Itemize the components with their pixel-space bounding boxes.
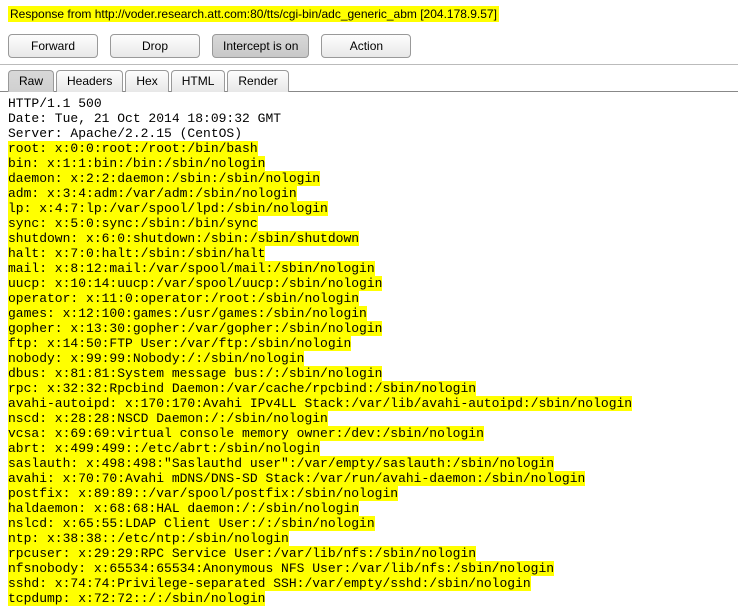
passwd-entry-line: nobody: x:99:99:Nobody:/:/sbin/nologin bbox=[8, 351, 730, 366]
passwd-entry-line: haldaemon: x:68:68:HAL daemon:/:/sbin/no… bbox=[8, 501, 730, 516]
passwd-entry-line: tcpdump: x:72:72::/:/sbin/nologin bbox=[8, 591, 730, 606]
response-header-line: Date: Tue, 21 Oct 2014 18:09:32 GMT bbox=[8, 111, 730, 126]
tab-html[interactable]: HTML bbox=[171, 70, 226, 92]
passwd-entry-line: uucp: x:10:14:uucp:/var/spool/uucp:/sbin… bbox=[8, 276, 730, 291]
passwd-entry-line: root: x:0:0:root:/root:/bin/bash bbox=[8, 141, 730, 156]
tab-headers[interactable]: Headers bbox=[56, 70, 123, 92]
forward-button[interactable]: Forward bbox=[8, 34, 98, 58]
passwd-entry-line: saslauth: x:498:498:"Saslauthd user":/va… bbox=[8, 456, 730, 471]
passwd-entry-line: abrt: x:499:499::/etc/abrt:/sbin/nologin bbox=[8, 441, 730, 456]
passwd-entry-line: dbus: x:81:81:System message bus:/:/sbin… bbox=[8, 366, 730, 381]
passwd-entry-line: adm: x:3:4:adm:/var/adm:/sbin/nologin bbox=[8, 186, 730, 201]
view-tabs: Raw Headers Hex HTML Render bbox=[0, 64, 738, 92]
passwd-entry-line: avahi-autoipd: x:170:170:Avahi IPv4LL St… bbox=[8, 396, 730, 411]
tab-render[interactable]: Render bbox=[227, 70, 288, 92]
response-header-line: Server: Apache/2.2.15 (CentOS) bbox=[8, 126, 730, 141]
response-header-line: HTTP/1.1 500 bbox=[8, 96, 730, 111]
passwd-entry-line: ntp: x:38:38::/etc/ntp:/sbin/nologin bbox=[8, 531, 730, 546]
passwd-entry-line: shutdown: x:6:0:shutdown:/sbin:/sbin/shu… bbox=[8, 231, 730, 246]
passwd-entry-line: nscd: x:28:28:NSCD Daemon:/:/sbin/nologi… bbox=[8, 411, 730, 426]
action-button[interactable]: Action bbox=[321, 34, 411, 58]
passwd-entry-line: games: x:12:100:games:/usr/games:/sbin/n… bbox=[8, 306, 730, 321]
passwd-entry-line: sshd: x:74:74:Privilege-separated SSH:/v… bbox=[8, 576, 730, 591]
passwd-entry-line: daemon: x:2:2:daemon:/sbin:/sbin/nologin bbox=[8, 171, 730, 186]
passwd-entry-line: rpc: x:32:32:Rpcbind Daemon:/var/cache/r… bbox=[8, 381, 730, 396]
passwd-entry-line: sync: x:5:0:sync:/sbin:/bin/sync bbox=[8, 216, 730, 231]
action-button-row: Forward Drop Intercept is on Action bbox=[0, 28, 738, 64]
passwd-entry-line: avahi: x:70:70:Avahi mDNS/DNS-SD Stack:/… bbox=[8, 471, 730, 486]
passwd-entry-line: vcsa: x:69:69:virtual console memory own… bbox=[8, 426, 730, 441]
passwd-entry-line: lp: x:4:7:lp:/var/spool/lpd:/sbin/nologi… bbox=[8, 201, 730, 216]
passwd-entry-line: postfix: x:89:89::/var/spool/postfix:/sb… bbox=[8, 486, 730, 501]
passwd-entry-line: mail: x:8:12:mail:/var/spool/mail:/sbin/… bbox=[8, 261, 730, 276]
passwd-entry-line: gopher: x:13:30:gopher:/var/gopher:/sbin… bbox=[8, 321, 730, 336]
passwd-entry-line: nfsnobody: x:65534:65534:Anonymous NFS U… bbox=[8, 561, 730, 576]
tab-raw[interactable]: Raw bbox=[8, 70, 54, 92]
passwd-entry-line: ftp: x:14:50:FTP User:/var/ftp:/sbin/nol… bbox=[8, 336, 730, 351]
response-body: HTTP/1.1 500Date: Tue, 21 Oct 2014 18:09… bbox=[0, 92, 738, 610]
passwd-entry-line: halt: x:7:0:halt:/sbin:/sbin/halt bbox=[8, 246, 730, 261]
passwd-entry-line: nslcd: x:65:55:LDAP Client User:/:/sbin/… bbox=[8, 516, 730, 531]
response-from-label: Response from http://voder.research.att.… bbox=[8, 6, 499, 22]
passwd-entry-line: operator: x:11:0:operator:/root:/sbin/no… bbox=[8, 291, 730, 306]
response-header: Response from http://voder.research.att.… bbox=[0, 0, 738, 28]
tab-hex[interactable]: Hex bbox=[125, 70, 168, 92]
passwd-entry-line: rpcuser: x:29:29:RPC Service User:/var/l… bbox=[8, 546, 730, 561]
intercept-button[interactable]: Intercept is on bbox=[212, 34, 309, 58]
passwd-entry-line: bin: x:1:1:bin:/bin:/sbin/nologin bbox=[8, 156, 730, 171]
drop-button[interactable]: Drop bbox=[110, 34, 200, 58]
